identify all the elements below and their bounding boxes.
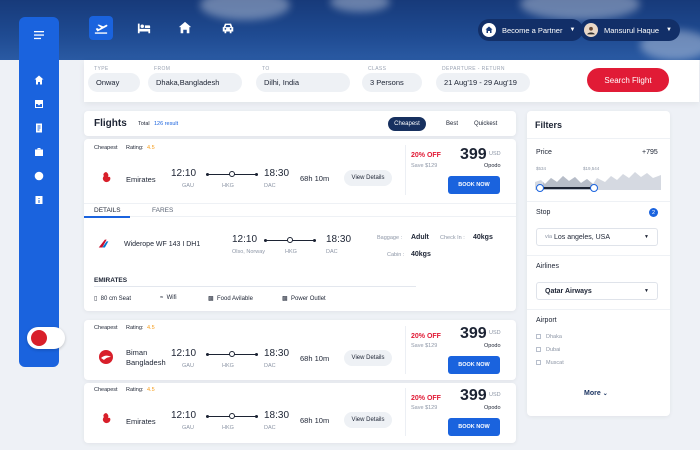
rating-value: 4.5: [147, 325, 155, 331]
chevron-down-icon: ⌄: [602, 391, 608, 397]
home-icon[interactable]: [31, 72, 47, 88]
seat-icon: ▯: [94, 296, 98, 302]
airline-name: Biman Bangladesh: [126, 348, 166, 367]
tab-best[interactable]: Best: [446, 121, 458, 127]
flight-number: Widerope WF 143 I DH1: [124, 241, 201, 248]
food-amenity: ▩ Food Avilable: [208, 296, 253, 302]
book-now-button[interactable]: BOOK NOW: [448, 176, 500, 194]
car-icon[interactable]: [216, 16, 240, 40]
price-slider-max[interactable]: [590, 184, 598, 192]
wifi-amenity: ≈ Wifi: [160, 295, 177, 301]
caret-down-icon: ▼: [644, 234, 649, 240]
type-field: TYPE Onway: [88, 66, 140, 92]
filters-panel: Filters Price +795 $534 $19,544 Stop 2 v…: [527, 111, 670, 416]
book-now-button[interactable]: BOOK NOW: [448, 418, 500, 436]
to-field: TO Dilhi, India: [256, 66, 350, 92]
food-icon: ▩: [208, 296, 214, 302]
flight-card-1: Cheapest Rating: 4.5 Emirates 12:10 GAU …: [84, 139, 516, 311]
view-details-button[interactable]: View Details: [344, 350, 392, 366]
seat-amenity: ▯ 80 cm Seat: [94, 296, 132, 302]
chevron-down-icon: ▼: [666, 27, 672, 33]
more-filters-link[interactable]: More ⌄: [584, 390, 608, 397]
tab-quickest[interactable]: Quickest: [474, 121, 497, 127]
power-amenity: ▩ Power Outlet: [282, 296, 326, 302]
flight-card-3: Cheapest Rating: 4.5 Emirates 12:10 GAU …: [84, 383, 516, 443]
briefcase-icon[interactable]: [31, 144, 47, 160]
emirates-logo-icon: [98, 170, 114, 186]
power-outlet-icon: ▩: [282, 296, 288, 302]
caret-down-icon: ▼: [644, 288, 649, 294]
discount-badge: 20% OFF: [411, 152, 441, 159]
hotel-icon[interactable]: [132, 16, 156, 40]
airport-option-dhaka[interactable]: Dhaka: [536, 334, 562, 340]
dates-input[interactable]: 21 Aug'19 - 29 Aug'19: [436, 73, 530, 92]
become-partner-button[interactable]: Become a Partner ▼: [478, 19, 584, 41]
result-count: 126 result: [154, 121, 179, 127]
american-airlines-logo-icon: [96, 236, 112, 252]
home-icon[interactable]: [173, 16, 197, 40]
from-input[interactable]: Dhaka,Bangladesh: [148, 73, 242, 92]
rating-value: 4.5: [147, 387, 155, 393]
duration: 68h 10m: [300, 354, 330, 363]
to-input[interactable]: Dilhi, India: [256, 73, 350, 92]
type-select[interactable]: Onway: [88, 73, 140, 92]
price-max: +795: [642, 149, 658, 156]
flight-icon[interactable]: [89, 16, 113, 40]
price-range-track: [540, 187, 594, 189]
view-details-button[interactable]: View Details: [344, 170, 392, 186]
flights-header: Flights Total 126 result Cheapest Best Q…: [84, 111, 516, 136]
price: 399: [460, 146, 487, 163]
chevron-down-icon: ▼: [569, 27, 576, 33]
airport-option-dubai[interactable]: Dubai: [536, 347, 560, 353]
search-flight-button[interactable]: Search Flight: [587, 68, 669, 92]
discount-badge: 20% OFF: [411, 333, 441, 340]
wifi-icon: ≈: [160, 295, 164, 301]
theme-toggle[interactable]: [27, 327, 65, 349]
biman-logo-icon: [98, 349, 114, 365]
emirates-logo-icon: [31, 330, 47, 346]
duration: 68h 10m: [300, 174, 330, 183]
inbox-icon[interactable]: [31, 96, 47, 112]
price: 399: [460, 387, 487, 404]
home-icon: [482, 23, 496, 37]
checkbox[interactable]: [536, 347, 541, 353]
tab-fares[interactable]: FARES: [152, 207, 173, 214]
view-details-button[interactable]: View Details: [344, 412, 392, 428]
class-select[interactable]: 3 Persons: [362, 73, 422, 92]
emirates-logo-icon: [98, 411, 114, 427]
sidebar: [19, 17, 65, 367]
price: 399: [460, 325, 487, 342]
airline-select[interactable]: Qatar Airways ▼: [536, 282, 658, 300]
from-field: FROM Dhaka,Bangladesh: [148, 66, 242, 92]
tab-details[interactable]: DETAILS: [94, 207, 121, 214]
checkbox[interactable]: [536, 360, 541, 366]
flights-title: Flights: [94, 118, 127, 129]
airport-option-muscat[interactable]: Muscat: [536, 360, 564, 366]
globe-icon[interactable]: [31, 168, 47, 184]
filters-title: Filters: [535, 120, 563, 130]
airline-name: Emirates: [126, 175, 156, 184]
details-tabs: [84, 203, 516, 217]
airline-name: Emirates: [126, 417, 156, 426]
route-line: [206, 171, 258, 177]
menu-icon[interactable]: [31, 27, 47, 43]
detail-airline: EMIRATES: [94, 277, 128, 284]
discount-badge: 20% OFF: [411, 395, 441, 402]
rating-value: 4.5: [147, 145, 155, 151]
info-icon[interactable]: [31, 192, 47, 208]
stop-select[interactable]: via Los angeles, USA ▼: [536, 228, 658, 246]
stop-count-badge: 2: [649, 208, 658, 217]
document-icon[interactable]: [31, 120, 47, 136]
class-field: CLASS 3 Persons: [362, 66, 422, 92]
tab-cheapest[interactable]: Cheapest: [388, 117, 426, 131]
book-now-button[interactable]: BOOK NOW: [448, 356, 500, 374]
checkbox[interactable]: [536, 334, 541, 340]
avatar: [584, 23, 598, 37]
duration: 68h 10m: [300, 416, 330, 425]
price-slider-min[interactable]: [536, 184, 544, 192]
dates-field: DEPARTURE - RETURN 21 Aug'19 - 29 Aug'19: [436, 66, 530, 92]
flight-card-2: Cheapest Rating: 4.5 Biman Bangladesh 12…: [84, 320, 516, 380]
user-menu[interactable]: Mansurul Haque ▼: [580, 19, 680, 41]
